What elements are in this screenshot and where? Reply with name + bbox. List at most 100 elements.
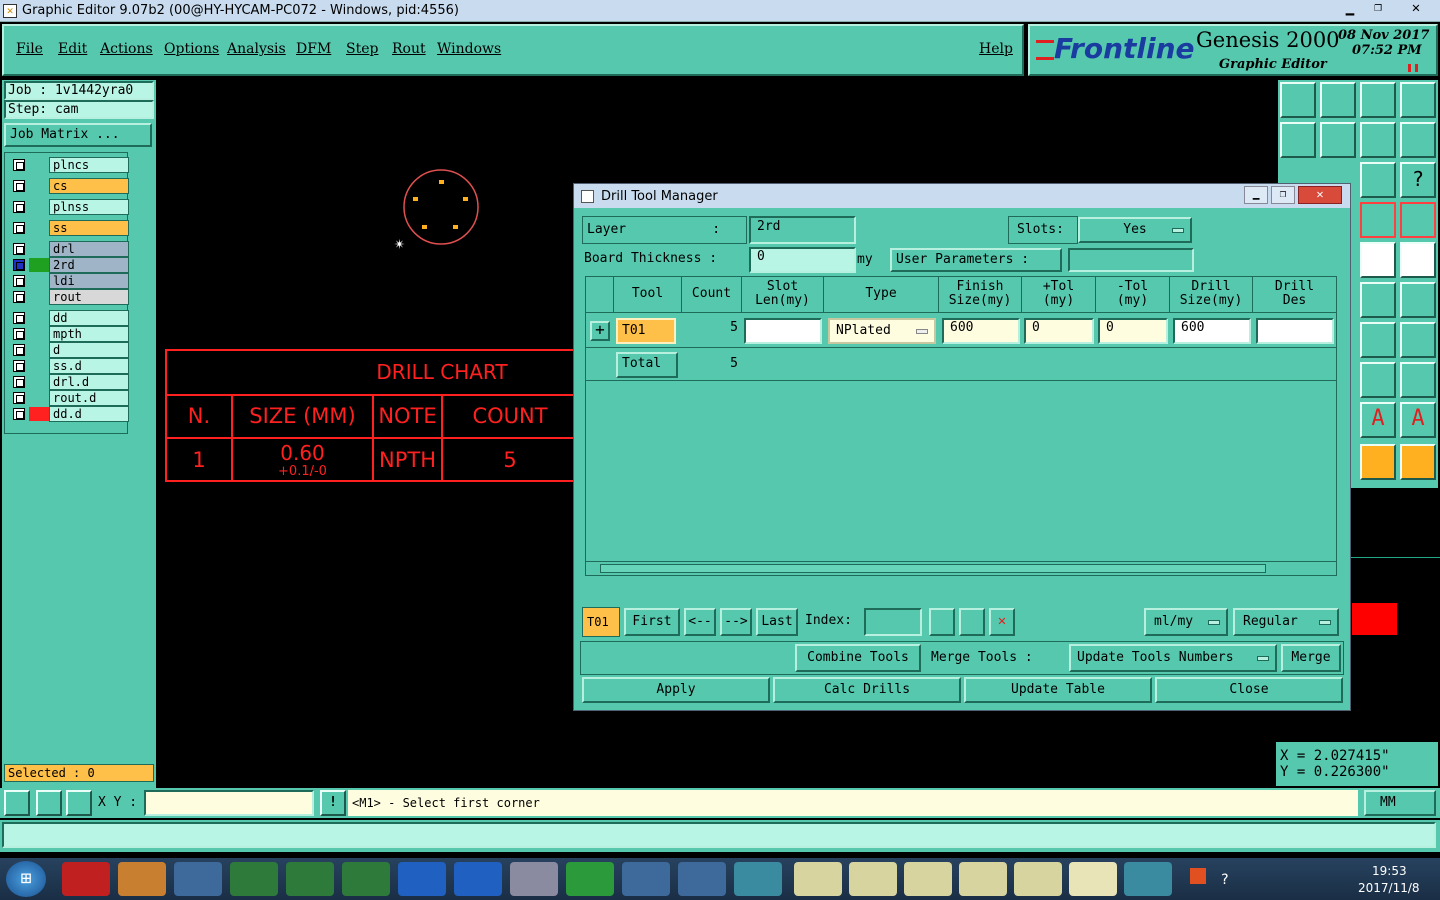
maximize-button[interactable]: ❐ bbox=[1364, 0, 1392, 20]
layer-d[interactable]: d bbox=[11, 342, 129, 358]
warning-icon[interactable]: ! bbox=[320, 790, 346, 816]
taskbar-app-icon[interactable] bbox=[230, 862, 278, 896]
menu-actions[interactable]: Actions bbox=[100, 41, 153, 57]
menu-edit[interactable]: Edit bbox=[58, 41, 87, 57]
taskbar-app-icon[interactable] bbox=[174, 862, 222, 896]
index-input[interactable] bbox=[864, 608, 922, 636]
scroll-thumb[interactable] bbox=[600, 564, 1266, 573]
layer-cs[interactable]: cs bbox=[11, 178, 129, 194]
job-matrix-button[interactable]: Job Matrix ... bbox=[4, 123, 152, 147]
taskbar-app-icon[interactable] bbox=[286, 862, 334, 896]
close-button[interactable]: ✕ bbox=[1396, 0, 1436, 20]
slot-len-input[interactable] bbox=[744, 318, 822, 344]
tool-icon[interactable]: r1 bbox=[1360, 162, 1396, 198]
tray-icons[interactable]: ? bbox=[1190, 868, 1340, 890]
calc-drills-button[interactable]: Calc Drills bbox=[773, 677, 961, 703]
layer-checkbox[interactable] bbox=[13, 328, 25, 340]
layer-checkbox[interactable] bbox=[13, 159, 25, 171]
user-parameters-button[interactable]: User Parameters : bbox=[890, 248, 1062, 272]
shape-icon[interactable] bbox=[1400, 362, 1436, 398]
layer-checkbox[interactable] bbox=[13, 392, 25, 404]
taskbar-app-icon[interactable] bbox=[734, 862, 782, 896]
tool-icon[interactable] bbox=[1320, 122, 1356, 158]
taskbar-app-icon[interactable] bbox=[510, 862, 558, 896]
layer-ss-d[interactable]: ss.d bbox=[11, 358, 129, 374]
layer-checkbox[interactable] bbox=[13, 344, 25, 356]
slots-dropdown[interactable]: Yes bbox=[1078, 217, 1192, 243]
dialog-close-action-button[interactable]: Close bbox=[1155, 677, 1343, 703]
layer-plncs[interactable]: plncs bbox=[11, 157, 129, 173]
layer-drl[interactable]: drl bbox=[11, 241, 129, 257]
help-tray-icon[interactable]: ? bbox=[1220, 872, 1228, 888]
measure-icon[interactable] bbox=[36, 790, 62, 816]
snap-icon[interactable] bbox=[1400, 282, 1436, 318]
search-icon[interactable] bbox=[959, 608, 985, 636]
route-icon[interactable] bbox=[1400, 444, 1436, 480]
tool-icon[interactable] bbox=[1400, 122, 1436, 158]
type-dropdown[interactable]: NPlated bbox=[828, 318, 936, 344]
update-table-button[interactable]: Update Table bbox=[964, 677, 1152, 703]
layer-checkbox[interactable] bbox=[13, 180, 25, 192]
taskbar-app-icon[interactable] bbox=[118, 862, 166, 896]
combine-tools-button[interactable]: Combine Tools bbox=[795, 644, 921, 672]
tool-icon[interactable] bbox=[1320, 82, 1356, 118]
row-expand-button[interactable]: + bbox=[590, 321, 610, 341]
units-dropdown[interactable]: MM bbox=[1364, 790, 1436, 816]
clear-icon[interactable]: ✕ bbox=[989, 608, 1015, 636]
next-button[interactable]: --> bbox=[720, 608, 752, 636]
layer-dd[interactable]: dd bbox=[11, 310, 129, 326]
layer-rout[interactable]: rout bbox=[11, 289, 129, 305]
layer-dd-d[interactable]: dd.d bbox=[11, 406, 129, 422]
dot-icon[interactable] bbox=[1400, 242, 1436, 278]
layer-drl-d[interactable]: drl.d bbox=[11, 374, 129, 390]
drill-des-input[interactable] bbox=[1256, 318, 1334, 344]
menu-help[interactable]: Help bbox=[979, 41, 1013, 57]
taskbar-app-icon[interactable] bbox=[566, 862, 614, 896]
text-icon[interactable]: A bbox=[1360, 402, 1396, 438]
plus-tol-input[interactable]: 0 bbox=[1024, 318, 1094, 344]
taskbar-app-icon[interactable] bbox=[622, 862, 670, 896]
taskbar-app-icon[interactable] bbox=[1124, 862, 1172, 896]
taskbar-app-icon[interactable] bbox=[678, 862, 726, 896]
ruler-icon[interactable] bbox=[1360, 242, 1396, 278]
menu-options[interactable]: Options bbox=[164, 41, 219, 57]
last-button[interactable]: Last bbox=[756, 608, 798, 636]
layer-checkbox[interactable] bbox=[13, 275, 25, 287]
board-thickness-field[interactable]: 0 bbox=[749, 247, 856, 273]
finish-size-input[interactable]: 600 bbox=[942, 318, 1020, 344]
taskbar-app-icon[interactable] bbox=[1069, 862, 1117, 896]
taskbar-app-icon[interactable] bbox=[794, 862, 842, 896]
text-icon[interactable]: A bbox=[1400, 402, 1436, 438]
layer-plnss[interactable]: plnss bbox=[11, 199, 129, 215]
layer-color-icon[interactable] bbox=[1360, 202, 1396, 238]
first-button[interactable]: First bbox=[624, 608, 680, 636]
layer-checkbox[interactable] bbox=[13, 312, 25, 324]
horizontal-scrollbar[interactable] bbox=[586, 561, 1336, 575]
menu-step[interactable]: Step bbox=[346, 41, 378, 57]
layer-mpth[interactable]: mpth bbox=[11, 326, 129, 342]
layer-checkbox[interactable] bbox=[13, 291, 25, 303]
layer-checkbox[interactable] bbox=[13, 376, 25, 388]
taskbar-app-icon[interactable] bbox=[1014, 862, 1062, 896]
dialog-minimize-button[interactable]: ▁ bbox=[1244, 186, 1268, 204]
start-button[interactable]: ⊞ bbox=[6, 861, 46, 897]
layer-ldi[interactable]: ldi bbox=[11, 273, 129, 289]
flip-icon[interactable] bbox=[1400, 322, 1436, 358]
tool-icon[interactable] bbox=[1360, 82, 1396, 118]
menu-dfm[interactable]: DFM bbox=[296, 41, 331, 57]
xy-input[interactable] bbox=[144, 790, 314, 816]
menu-analysis[interactable]: Analysis bbox=[227, 41, 286, 57]
grid-icon[interactable] bbox=[66, 790, 92, 816]
menu-windows[interactable]: Windows bbox=[437, 41, 501, 57]
layer-2rd[interactable]: 2rd bbox=[11, 257, 129, 273]
tool-icon[interactable] bbox=[1360, 122, 1396, 158]
minimize-button[interactable]: ▁ bbox=[1336, 0, 1364, 20]
update-tools-numbers-dropdown[interactable]: Update Tools Numbers bbox=[1069, 644, 1277, 672]
layer-checkbox[interactable] bbox=[13, 222, 25, 234]
lamp-icon[interactable] bbox=[929, 608, 955, 636]
taskbar-app-icon[interactable] bbox=[62, 862, 110, 896]
mode-select[interactable]: Regular bbox=[1233, 608, 1339, 636]
drill-size-input[interactable]: 600 bbox=[1173, 318, 1251, 344]
layer-checkbox[interactable] bbox=[13, 243, 25, 255]
tool-icon[interactable] bbox=[1280, 122, 1316, 158]
